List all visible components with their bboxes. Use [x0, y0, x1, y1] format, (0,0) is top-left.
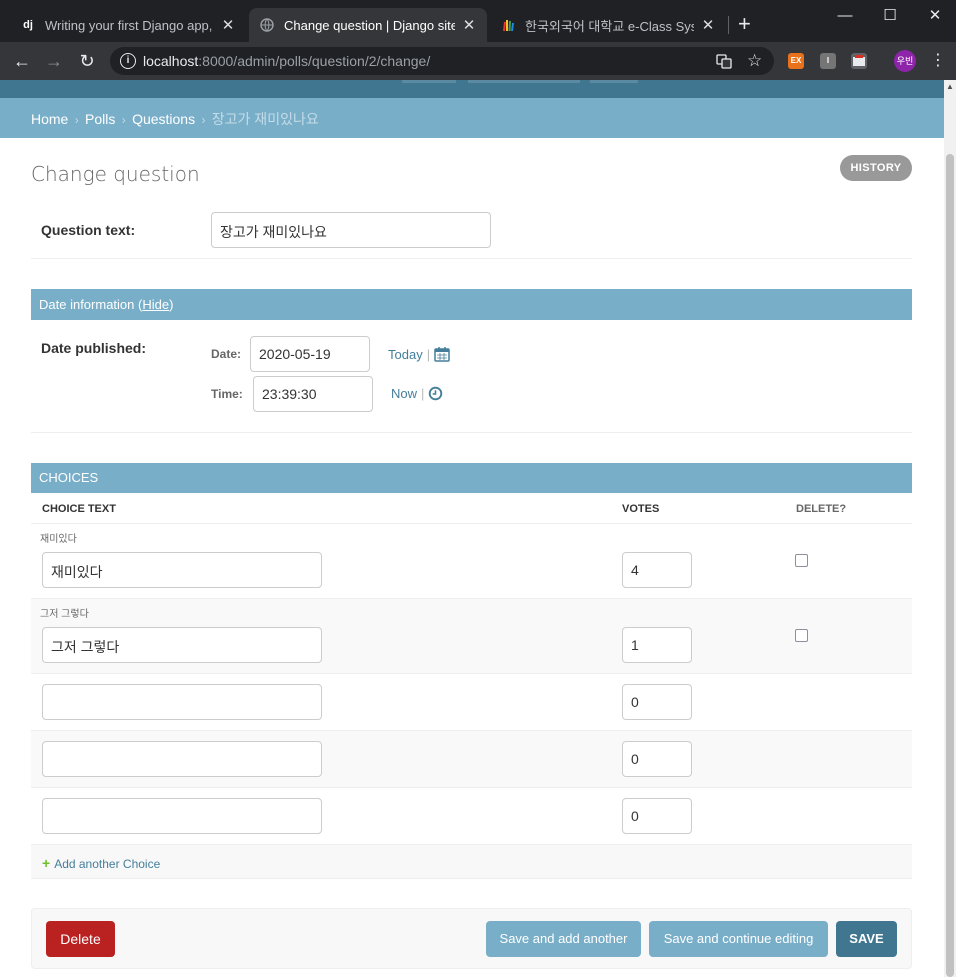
delete-checkbox[interactable] [795, 554, 808, 567]
date-shortcuts: Today | [388, 346, 450, 365]
choice-text-input[interactable]: 재미있다 [42, 552, 322, 588]
breadcrumb: Home › Polls › Questions › 장고가 재미있나요 [0, 98, 944, 138]
tab-divider [728, 16, 729, 34]
add-another-choice-link[interactable]: Add another Choice [54, 857, 160, 871]
now-link[interactable]: Now [391, 386, 417, 401]
date-published-row: Date published: Date: 2020-05-19 Today | … [31, 320, 912, 433]
extension-capture-icon[interactable] [851, 53, 867, 69]
votes-input[interactable]: 0 [622, 684, 692, 720]
tab-title: Change question | Django site a [284, 17, 455, 33]
forward-icon[interactable]: → [41, 48, 67, 74]
delete-checkbox[interactable] [795, 629, 808, 642]
save-and-continue-button[interactable]: Save and continue editing [649, 921, 828, 957]
today-link[interactable]: Today [388, 347, 423, 362]
table-row: 0 [31, 731, 912, 788]
choice-text-column-header: CHOICE TEXT [42, 503, 116, 515]
votes-input[interactable]: 4 [622, 552, 692, 588]
tab-title: Writing your first Django app, p [45, 17, 214, 33]
tab-title: 한국외국어 대학교 e-Class Syste [525, 18, 694, 34]
votes-input[interactable]: 0 [622, 798, 692, 834]
choice-text-input[interactable] [42, 741, 322, 777]
table-row: 0 [31, 674, 912, 731]
scrollbar-thumb[interactable] [946, 154, 954, 977]
choice-text-input[interactable] [42, 798, 322, 834]
new-tab-icon[interactable]: + [738, 12, 751, 36]
bookmark-star-icon[interactable]: ☆ [747, 51, 762, 71]
reload-icon[interactable]: ↻ [74, 48, 100, 74]
breadcrumb-current: 장고가 재미있나요 [211, 111, 319, 127]
close-tab-icon[interactable]: ✕ [461, 16, 477, 34]
minimize-icon[interactable]: — [822, 4, 868, 28]
time-label: Time: [211, 387, 243, 401]
save-and-add-another-button[interactable]: Save and add another [486, 921, 641, 957]
site-info-icon[interactable]: i [120, 53, 136, 69]
time-shortcuts: Now | [391, 386, 443, 404]
browser-tab-change-question[interactable]: Change question | Django site a ✕ [249, 8, 487, 42]
delete-column-header: DELETE? [796, 503, 847, 515]
page-title: Change question [31, 162, 200, 186]
calendar-icon[interactable] [434, 346, 450, 365]
browser-tab-eclass[interactable]: 한국외국어 대학교 e-Class Syste ✕ [490, 8, 726, 42]
scroll-up-icon[interactable]: ▲ [946, 82, 954, 91]
address-bar[interactable]: i localhost:8000/admin/polls/question/2/… [110, 47, 774, 75]
table-row: 재미있다 재미있다 4 [31, 524, 912, 599]
time-input[interactable]: 23:39:30 [253, 376, 373, 412]
breadcrumb-questions-link[interactable]: Questions [132, 111, 195, 127]
hufs-icon [500, 17, 516, 33]
submit-row: Delete Save and add another Save and con… [31, 908, 912, 969]
date-label: Date: [211, 347, 242, 361]
date-input[interactable]: 2020-05-19 [250, 336, 370, 372]
django-favicon-icon: dj [23, 19, 33, 31]
vertical-scrollbar[interactable]: ▲ [944, 80, 956, 977]
globe-icon [259, 17, 275, 33]
date-information-title: Date information [39, 297, 135, 312]
date-information-header: Date information (Hide) [31, 289, 912, 320]
browser-tab-bar: dj Writing your first Django app, p ✕ Ch… [0, 0, 956, 42]
profile-avatar[interactable]: 우빈 [894, 50, 916, 72]
save-button[interactable]: SAVE [836, 921, 897, 957]
choices-header: CHOICES [31, 463, 912, 493]
date-published-label: Date published: [41, 340, 147, 356]
choice-text-input[interactable] [42, 684, 322, 720]
clock-icon[interactable] [428, 386, 443, 404]
browser-toolbar: ← → ↻ i localhost:8000/admin/polls/quest… [0, 42, 956, 80]
window-close-icon[interactable]: ✕ [912, 4, 956, 28]
votes-column-header: VOTES [622, 503, 660, 515]
breadcrumb-polls-link[interactable]: Polls [85, 111, 115, 127]
choice-original-label: 재미있다 [40, 534, 77, 545]
browser-tab-django-docs[interactable]: dj Writing your first Django app, p ✕ [10, 8, 246, 42]
choice-original-label: 그저 그렇다 [40, 609, 89, 620]
maximize-icon[interactable]: ☐ [867, 4, 913, 28]
question-text-row: Question text: 장고가 재미있나요 [31, 202, 912, 259]
extension-i-icon[interactable]: I [820, 53, 836, 69]
extension-ex-icon[interactable]: EX [788, 53, 804, 69]
plus-icon: + [42, 855, 51, 871]
table-row: 0 [31, 788, 912, 845]
question-text-label: Question text: [41, 222, 136, 238]
breadcrumb-home-link[interactable]: Home [31, 111, 68, 127]
choice-text-input[interactable]: 그저 그렇다 [42, 627, 322, 663]
votes-input[interactable]: 1 [622, 627, 692, 663]
close-tab-icon[interactable]: ✕ [700, 16, 716, 34]
page-viewport: Home › Polls › Questions › 장고가 재미있나요 Cha… [0, 80, 944, 977]
translate-icon[interactable] [716, 53, 732, 72]
admin-header [0, 80, 944, 98]
url-text[interactable]: localhost:8000/admin/polls/question/2/ch… [143, 53, 430, 69]
add-another-choice-row[interactable]: + Add another Choice [31, 845, 912, 879]
question-text-input[interactable]: 장고가 재미있나요 [211, 212, 491, 248]
choices-table-header: CHOICE TEXT VOTES DELETE? [31, 493, 912, 524]
back-icon[interactable]: ← [9, 48, 35, 74]
hide-toggle-link[interactable]: Hide [142, 297, 169, 312]
delete-button[interactable]: Delete [46, 921, 115, 957]
votes-input[interactable]: 0 [622, 741, 692, 777]
table-row: 그저 그렇다 그저 그렇다 1 [31, 599, 912, 674]
close-tab-icon[interactable]: ✕ [220, 16, 236, 34]
history-button[interactable]: HISTORY [840, 155, 912, 181]
browser-menu-icon[interactable]: ⋮ [930, 51, 946, 71]
